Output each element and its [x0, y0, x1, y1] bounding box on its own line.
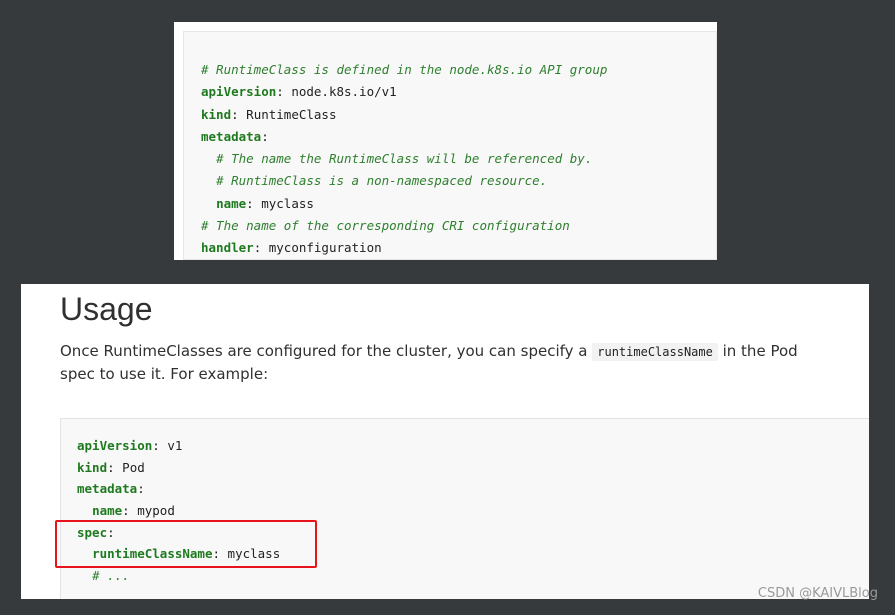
- code-comment: # RuntimeClass is a non-namespaced resou…: [216, 173, 548, 189]
- code-line: apiVersion: node.k8s.io/v1: [201, 81, 607, 103]
- code-line: handler: myconfiguration: [201, 237, 607, 259]
- code-block: # RuntimeClass is defined in the node.k8…: [183, 31, 717, 260]
- highlight-box: [55, 520, 317, 568]
- code-colon: :: [231, 106, 239, 122]
- code-value: myconfiguration: [261, 240, 382, 256]
- code-value: myclass: [253, 195, 314, 211]
- code-value: RuntimeClass: [238, 106, 337, 122]
- code-value: v1: [159, 438, 183, 453]
- code-line: metadata:: [201, 126, 607, 148]
- code-value: mypod: [129, 503, 175, 519]
- code-line: # ...: [77, 565, 280, 587]
- code-colon: :: [107, 459, 115, 475]
- code-line: # The name the RuntimeClass will be refe…: [201, 148, 607, 170]
- code-comment: # The name of the corresponding CRI conf…: [201, 218, 570, 234]
- inline-code: runtimeClassName: [592, 343, 718, 361]
- code-key: metadata: [201, 128, 262, 144]
- code-line: kind: Pod: [77, 457, 280, 479]
- code-colon: :: [246, 195, 254, 211]
- code-colon: :: [276, 84, 284, 100]
- code-value: node.k8s.io/v1: [283, 84, 397, 100]
- code-lines: # RuntimeClass is defined in the node.k8…: [201, 59, 607, 260]
- code-colon: :: [122, 503, 130, 519]
- code-comment: # ...: [92, 568, 130, 584]
- code-colon: :: [137, 481, 145, 497]
- code-key: name: [92, 503, 123, 519]
- code-key: kind: [201, 106, 232, 122]
- code-key: apiVersion: [201, 84, 277, 100]
- code-line: # The name of the corresponding CRI conf…: [201, 215, 607, 237]
- code-key: apiVersion: [77, 438, 153, 453]
- section-heading: Usage: [60, 291, 153, 327]
- code-line: name: mypod: [77, 500, 280, 522]
- code-value: Pod: [114, 459, 145, 475]
- runtimeclass-code-panel: # RuntimeClass is defined in the node.k8…: [174, 22, 717, 260]
- watermark: CSDN @KAIVLBlog: [757, 586, 878, 601]
- code-line: name: myclass: [201, 193, 607, 215]
- code-colon: :: [261, 128, 269, 144]
- code-comment: # RuntimeClass is defined in the node.k8…: [201, 62, 608, 77]
- code-key: name: [216, 195, 247, 211]
- code-comment: # The name the RuntimeClass will be refe…: [216, 151, 593, 167]
- code-line: apiVersion: v1: [77, 435, 280, 457]
- code-key: kind: [77, 459, 108, 475]
- pod-code-block: apiVersion: v1 kind: Pod metadata: name: m…: [60, 418, 869, 599]
- code-line: metadata:: [77, 478, 280, 500]
- code-key: metadata: [77, 481, 138, 497]
- code-key: handler: [201, 240, 254, 256]
- code-line: kind: RuntimeClass: [201, 104, 607, 126]
- code-colon: :: [152, 438, 160, 453]
- code-line: # RuntimeClass is defined in the node.k8…: [201, 59, 607, 81]
- code-line: # RuntimeClass is a non-namespaced resou…: [201, 170, 607, 192]
- para-text-before: Once RuntimeClasses are configured for t…: [60, 342, 593, 360]
- usage-paragraph: Once RuntimeClasses are configured for t…: [60, 340, 800, 385]
